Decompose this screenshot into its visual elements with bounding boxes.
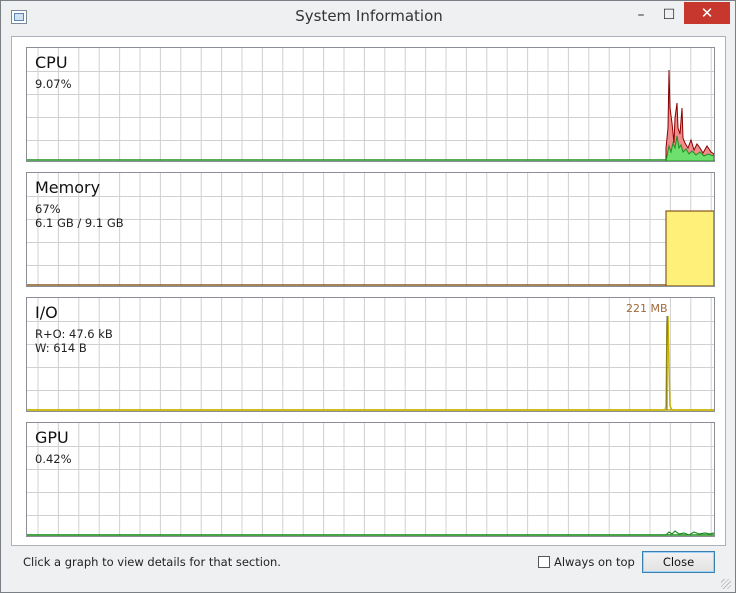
gpu-graph-panel[interactable]: GPU 0.42% <box>26 422 715 537</box>
graphs-area: CPU 9.07% Memory 67% 6.1 GB / 9.1 GB I/O… <box>11 36 726 546</box>
gpu-label: GPU <box>35 428 69 447</box>
window-close-button[interactable]: ✕ <box>684 2 730 24</box>
cpu-graph[interactable] <box>27 48 714 161</box>
always-on-top-toggle[interactable]: Always on top <box>538 555 635 569</box>
io-peak-label: 221 MB <box>626 302 668 315</box>
io-read-other-value: R+O: 47.6 kB <box>35 327 113 341</box>
maximize-button[interactable]: ☐ <box>655 4 683 26</box>
gpu-trace <box>27 530 714 536</box>
memory-graph[interactable] <box>27 173 714 286</box>
io-graph-panel[interactable]: I/O R+O: 47.6 kB W: 614 B 221 MB <box>26 297 715 412</box>
io-label: I/O <box>35 303 58 322</box>
minimize-button[interactable]: – <box>627 4 655 26</box>
gpu-graph[interactable] <box>27 423 714 536</box>
system-information-window: System Information – ☐ ✕ CPU 9.07% Memor… <box>0 0 736 593</box>
cpu-usage-value: 9.07% <box>35 77 72 91</box>
io-write-value: W: 614 B <box>35 341 87 355</box>
memory-label: Memory <box>35 178 101 197</box>
always-on-top-checkbox[interactable] <box>538 556 550 568</box>
memory-area <box>665 210 714 286</box>
memory-percent-value: 67% <box>35 202 61 216</box>
status-text: Click a graph to view details for that s… <box>23 555 281 569</box>
title-bar[interactable]: System Information – ☐ ✕ <box>1 1 735 34</box>
grid-lines <box>27 173 714 286</box>
always-on-top-label: Always on top <box>554 555 635 569</box>
io-trace <box>27 315 714 411</box>
close-icon: ✕ <box>700 4 714 22</box>
grid-lines <box>27 298 714 411</box>
resize-grip-icon[interactable] <box>721 579 731 589</box>
memory-usage-value: 6.1 GB / 9.1 GB <box>35 216 124 230</box>
memory-graph-panel[interactable]: Memory 67% 6.1 GB / 9.1 GB <box>26 172 715 287</box>
cpu-graph-panel[interactable]: CPU 9.07% <box>26 47 715 162</box>
maximize-icon: ☐ <box>662 7 676 23</box>
cpu-label: CPU <box>35 53 68 72</box>
io-graph[interactable] <box>27 298 714 411</box>
window-title: System Information <box>295 7 443 25</box>
minimize-icon: – <box>637 7 645 23</box>
gpu-usage-value: 0.42% <box>35 452 72 466</box>
grid-lines <box>27 48 714 161</box>
grid-lines <box>27 423 714 536</box>
close-button[interactable]: Close <box>642 551 715 573</box>
